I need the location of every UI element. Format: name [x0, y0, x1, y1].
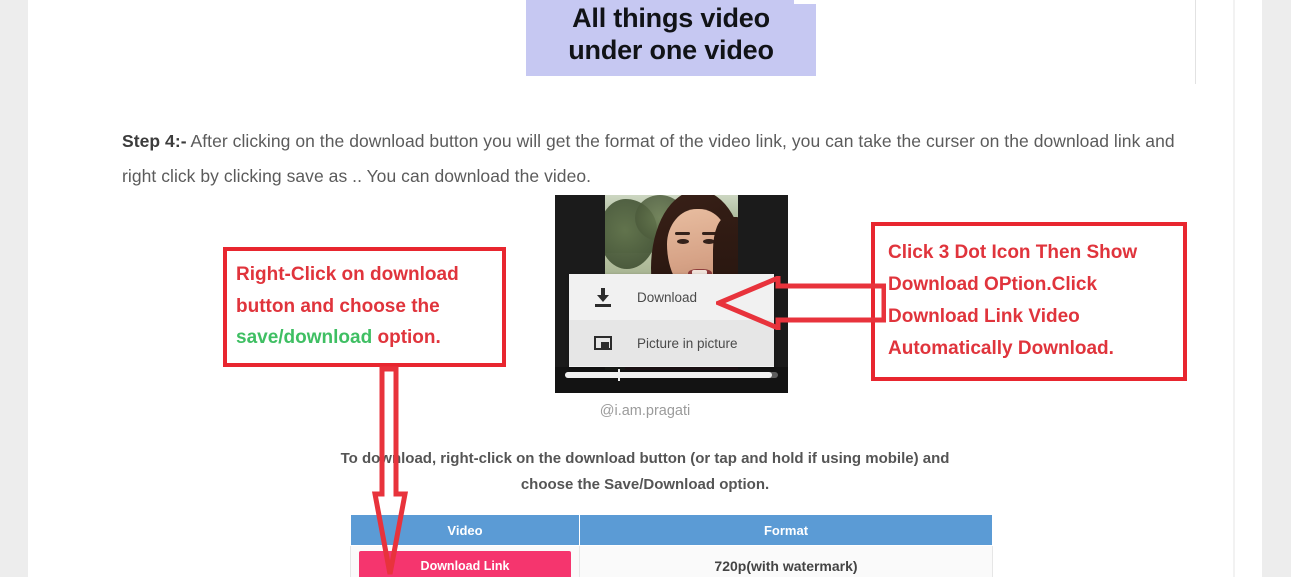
thumbnail-eye-left [677, 239, 689, 244]
step-label: Step 4:- [122, 130, 187, 151]
player-seek-bar[interactable] [565, 369, 778, 381]
thumbnail-brow-left [675, 232, 690, 235]
page-right-edge [1233, 0, 1235, 577]
annotation-right-line-4: Automatically Download. [888, 338, 1114, 359]
annotation-right-line-2: Download OPtion.Click [888, 274, 1098, 295]
annotation-right-line-3: Download Link Video [888, 306, 1080, 327]
promo-banner-line-1: All things video [572, 3, 770, 34]
step-body: After clicking on the download button yo… [122, 130, 1175, 186]
promo-banner: All things video under one video [526, 0, 816, 76]
download-icon [592, 286, 614, 308]
table-header-row: Video Format [350, 514, 993, 546]
annotation-box-right: Click 3 Dot Icon Then Show Download OPti… [871, 222, 1187, 381]
annotation-left-line-2: button and choose the [236, 295, 440, 317]
page-root: All things video under one video Step 4:… [0, 0, 1291, 577]
promo-banner-text: All things video under one video [526, 0, 816, 76]
picture-in-picture-icon [592, 332, 614, 354]
annotation-left-highlight: save/download [236, 327, 373, 348]
player-seek-progress [565, 372, 772, 378]
player-control-bar[interactable] [555, 367, 788, 393]
helper-line-2: choose the Save/Download option. [520, 476, 770, 493]
player-seek-handle[interactable] [618, 369, 620, 381]
context-menu-download-label: Download [637, 289, 698, 305]
annotation-left-line-3-rest: option. [372, 327, 441, 348]
table-header-format: Format [579, 514, 993, 546]
download-results-table: Video Format Download Link 720p(with wat… [350, 514, 993, 577]
step-paragraph: Step 4:- After clicking on the download … [122, 124, 1212, 194]
context-menu-item-download[interactable]: Download [569, 274, 774, 320]
table-row: Download Link 720p(with watermark) [350, 545, 993, 577]
player-context-menu[interactable]: Download Picture in picture [569, 274, 774, 367]
annotation-left-line-1: Right-Click on download [236, 264, 459, 285]
context-menu-item-pip[interactable]: Picture in picture [569, 320, 774, 366]
download-link-button[interactable]: Download Link [359, 551, 571, 577]
helper-instructions: To download, right-click on the download… [295, 446, 995, 498]
table-cell-format: 720p(with watermark) [579, 545, 993, 577]
article-sheet: All things video under one video Step 4:… [28, 0, 1262, 577]
promo-banner-line-2: under one video [568, 35, 774, 65]
content-divider [1195, 0, 1196, 84]
helper-line-1: To download, right-click on the download… [340, 450, 950, 467]
table-header-video: Video [350, 514, 580, 546]
annotation-left-line-3: save/download option. [236, 322, 502, 354]
annotation-box-left: Right-Click on download button and choos… [223, 247, 506, 367]
banner-notch [794, 0, 820, 4]
video-handle-caption: @i.am.pragati [599, 403, 691, 419]
context-menu-pip-label: Picture in picture [637, 335, 738, 351]
table-cell-video: Download Link [350, 545, 580, 577]
annotation-right-line-1: Click 3 Dot Icon Then Show [888, 242, 1138, 263]
